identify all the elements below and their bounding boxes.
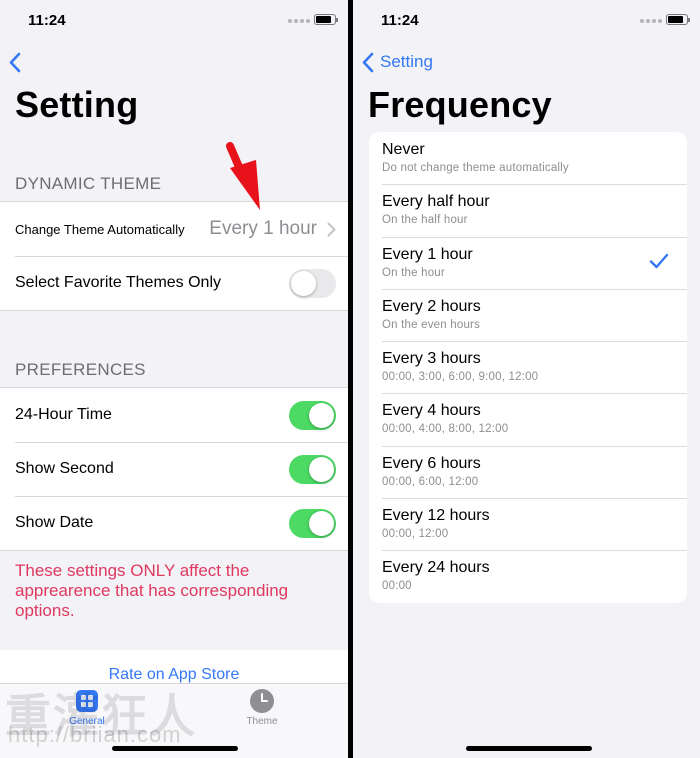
back-button[interactable] — [8, 50, 21, 74]
option-label: Every 24 hours — [382, 559, 490, 577]
frequency-option-3-hours[interactable]: Every 3 hours 00:00, 3:00, 6:00, 9:00, 1… — [369, 341, 687, 393]
section-header-dynamic-theme: DYNAMIC THEME — [15, 174, 162, 193]
clock-icon — [249, 688, 275, 714]
option-label: Every half hour — [382, 193, 490, 211]
frequency-option-half-hour[interactable]: Every half hour On the half hour — [369, 184, 687, 236]
chevron-right-icon — [327, 222, 336, 237]
tab-general[interactable]: General — [47, 688, 127, 727]
status-time: 11:24 — [381, 12, 419, 29]
page-title: Frequency — [368, 84, 552, 125]
select-favorite-themes-row: Select Favorite Themes Only — [0, 256, 348, 310]
option-subtitle: 00:00, 6:00, 12:00 — [382, 475, 479, 488]
option-label: Never — [382, 141, 425, 158]
row-label: Change Theme Automatically — [15, 221, 185, 237]
option-label: Every 3 hours — [382, 350, 481, 368]
frequency-option-never[interactable]: Never Do not change theme automatically — [369, 132, 687, 184]
frequency-option-4-hours[interactable]: Every 4 hours 00:00, 4:00, 8:00, 12:00 — [369, 393, 687, 445]
show-second-row: Show Second — [0, 442, 348, 496]
option-subtitle: 00:00, 12:00 — [382, 528, 449, 541]
favorite-themes-toggle[interactable] — [289, 268, 336, 298]
show-date-row: Show Date — [0, 496, 348, 550]
row-value: Every 1 hour — [209, 218, 317, 239]
show-date-toggle[interactable] — [289, 508, 336, 538]
option-label: Every 4 hours — [382, 402, 481, 420]
settings-footer-note: These settings ONLY affect the apprearen… — [15, 561, 289, 620]
option-subtitle: On the even hours — [382, 318, 481, 331]
section-header-preferences: PREFERENCES — [15, 360, 146, 379]
row-label: Show Date — [15, 514, 94, 531]
show-second-toggle[interactable] — [289, 454, 336, 484]
frequency-option-12-hours[interactable]: Every 12 hours 00:00, 12:00 — [369, 498, 687, 550]
tab-theme[interactable]: Theme — [222, 688, 302, 727]
signal-dots-icon — [288, 19, 310, 23]
option-label: Every 2 hours — [382, 297, 481, 315]
row-label: 24-Hour Time — [15, 406, 112, 423]
back-label: Setting — [380, 52, 433, 71]
option-subtitle: 00:00, 4:00, 8:00, 12:00 — [382, 423, 509, 436]
dynamic-theme-group: Change Theme Automatically Every 1 hour … — [0, 201, 348, 311]
frequency-option-2-hours[interactable]: Every 2 hours On the even hours — [369, 288, 687, 341]
option-subtitle: On the half hour — [382, 214, 468, 227]
back-button[interactable]: Setting — [361, 50, 433, 74]
checkmark-icon — [649, 253, 669, 268]
page-title: Setting — [15, 84, 139, 125]
chevron-left-icon — [362, 52, 374, 72]
settings-screen: 11:24 Setting DYNAMIC THEME Change Theme… — [0, 0, 348, 758]
row-label: Show Second — [15, 460, 114, 477]
frequency-options-list: Never Do not change theme automatically … — [369, 132, 687, 603]
option-subtitle: Do not change theme automatically — [382, 162, 569, 174]
chevron-left-icon — [9, 52, 21, 72]
option-subtitle: 00:00, 3:00, 6:00, 9:00, 12:00 — [382, 371, 539, 384]
option-label: Every 1 hour — [382, 245, 473, 263]
frequency-option-6-hours[interactable]: Every 6 hours 00:00, 6:00, 12:00 — [369, 445, 687, 498]
24-hour-time-toggle[interactable] — [289, 400, 336, 430]
change-theme-automatically-row[interactable]: Change Theme Automatically Every 1 hour — [0, 202, 348, 256]
row-label: Select Favorite Themes Only — [15, 274, 222, 291]
option-label: Every 6 hours — [382, 454, 481, 472]
preferences-group: 24-Hour Time Show Second Show Date — [0, 387, 348, 551]
option-subtitle: 00:00 — [382, 580, 412, 593]
24-hour-time-row: 24-Hour Time — [0, 388, 348, 442]
status-bar: 11:24 — [353, 0, 700, 40]
grid-icon — [74, 688, 100, 714]
battery-icon — [666, 14, 690, 25]
tab-label: General — [69, 716, 105, 727]
option-label: Every 12 hours — [382, 507, 490, 525]
battery-icon — [314, 14, 338, 25]
status-time: 11:24 — [28, 12, 66, 29]
home-indicator — [112, 746, 238, 751]
status-bar: 11:24 — [0, 0, 348, 40]
frequency-screen: 11:24 Setting Frequency Never Do not cha… — [353, 0, 700, 758]
signal-dots-icon — [640, 19, 662, 23]
option-subtitle: On the hour — [382, 266, 445, 279]
red-arrow-icon — [226, 142, 260, 210]
home-indicator — [466, 746, 592, 751]
tab-label: Theme — [246, 716, 278, 727]
frequency-option-1-hour[interactable]: Every 1 hour On the hour — [369, 236, 687, 289]
frequency-option-24-hours[interactable]: Every 24 hours 00:00 — [369, 550, 687, 602]
